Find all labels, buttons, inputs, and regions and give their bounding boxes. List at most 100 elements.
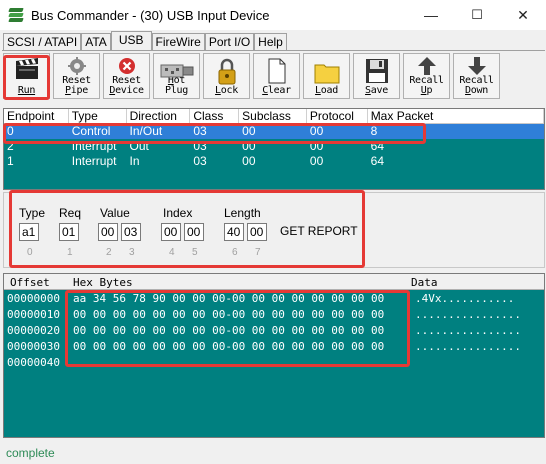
tab-ata[interactable]: ATA	[81, 33, 111, 50]
hex-bytes-header: Hex Bytes	[73, 276, 133, 289]
hex-ascii: ................	[415, 340, 521, 353]
blank-page-icon	[267, 58, 287, 87]
hex-row: 00000030 00 00 00 00 00 00 00 00-00 00 0…	[4, 338, 544, 354]
cell: In/Out	[129, 124, 163, 138]
byte-index: 5	[192, 247, 198, 258]
toolbar: Run Reset Pipe Reset Device Hot Plug Lock …	[3, 53, 503, 99]
hex-offset: 00000020	[7, 324, 60, 337]
length-label: Length	[224, 206, 261, 220]
gear-icon	[66, 56, 88, 79]
cell: 64	[370, 139, 385, 153]
save-button[interactable]: Save	[353, 53, 400, 99]
data-header: Data	[411, 276, 438, 289]
cell: 00	[309, 154, 324, 168]
endpoint-table: Endpoint Type Direction Class Subclass P…	[3, 108, 545, 190]
reset-pipe-label: Reset Pipe	[62, 75, 91, 96]
maximize-button[interactable]: ☐	[454, 0, 500, 30]
tab-firewire[interactable]: FireWire	[151, 33, 205, 50]
endpoint-table-header: Endpoint Type Direction Class Subclass P…	[4, 109, 544, 124]
tab-usb[interactable]: USB	[110, 31, 152, 50]
table-row[interactable]: 2 Interrupt Out 03 00 00 64	[4, 139, 544, 154]
hex-ascii: ................	[415, 308, 521, 321]
length-low-field[interactable]: 40	[224, 223, 244, 241]
col-subclass[interactable]: Subclass	[239, 109, 307, 123]
lock-button[interactable]: Lock	[203, 53, 250, 99]
hex-bytes: 00 00 00 00 00 00 00 00-00 00 00 00 00 0…	[73, 324, 385, 337]
hex-ascii: ................	[415, 324, 521, 337]
byte-index: 6	[232, 247, 238, 258]
col-direction[interactable]: Direction	[127, 109, 191, 123]
title-bar: Bus Commander - (30) USB Input Device — …	[0, 0, 546, 30]
clear-label: Clear	[262, 85, 291, 96]
tab-port-io[interactable]: Port I/O	[204, 33, 255, 50]
cell: 2	[7, 139, 14, 153]
col-max-packet[interactable]: Max Packet	[368, 109, 544, 123]
recall-up-button[interactable]: Recall Up	[403, 53, 450, 99]
hex-bytes: 00 00 00 00 00 00 00 00-00 00 00 00 00 0…	[73, 308, 385, 321]
run-button[interactable]: Run	[3, 53, 50, 99]
col-endpoint[interactable]: Endpoint	[4, 109, 69, 123]
hex-bytes: aa 34 56 78 90 00 00 00-00 00 00 00 00 0…	[73, 292, 385, 305]
tab-help[interactable]: Help	[254, 33, 287, 50]
col-class[interactable]: Class	[190, 109, 240, 123]
reset-pipe-button[interactable]: Reset Pipe	[53, 53, 100, 99]
length-high-field[interactable]: 00	[247, 223, 267, 241]
index-label: Index	[163, 206, 193, 220]
type-label: Type	[19, 206, 46, 220]
cell: 8	[370, 124, 378, 138]
arrow-up-icon	[417, 56, 437, 79]
byte-index: 4	[169, 247, 175, 258]
col-protocol[interactable]: Protocol	[307, 109, 368, 123]
cell: 00	[242, 124, 256, 138]
byte-index: 0	[27, 247, 33, 258]
request-description: GET REPORT	[280, 224, 358, 238]
cell: 03	[193, 139, 207, 153]
tab-scsi-atapi[interactable]: SCSI / ATAPI	[3, 33, 82, 50]
hex-dump-header: Offset Hex Bytes Data	[4, 274, 544, 290]
recall-up-label: Recall Up	[409, 75, 444, 96]
index-low-field[interactable]: 00	[161, 223, 181, 241]
table-row[interactable]: 1 Interrupt In 03 00 00 64	[4, 154, 544, 169]
table-row[interactable]: 0 Control In/Out 03 00 00 8	[4, 124, 544, 139]
cell: Out	[129, 139, 149, 153]
hex-bytes: 00 00 00 00 00 00 00 00-00 00 00 00 00 0…	[73, 340, 385, 353]
col-type[interactable]: Type	[69, 109, 127, 123]
cell: 0	[7, 124, 14, 138]
hex-offset: 00000010	[7, 308, 60, 321]
value-low-field[interactable]: 00	[98, 223, 118, 241]
hex-ascii: .4Vx...........	[415, 292, 515, 305]
floppy-icon	[365, 58, 389, 87]
byte-index: 2	[106, 247, 112, 258]
tab-strip: SCSI / ATAPI ATA USB FireWire Port I/O H…	[3, 31, 287, 50]
stop-icon	[117, 56, 137, 79]
cell: 03	[193, 154, 207, 168]
padlock-icon	[217, 58, 237, 89]
cell: 00	[309, 124, 324, 138]
hex-offset: 00000030	[7, 340, 60, 353]
req-field[interactable]: 01	[59, 223, 79, 241]
cell: In	[129, 154, 140, 168]
status-text: complete	[6, 446, 55, 460]
app-logo-icon	[8, 7, 24, 23]
close-button[interactable]: ✕	[500, 0, 546, 30]
recall-down-button[interactable]: Recall Down	[453, 53, 500, 99]
load-button[interactable]: Load	[303, 53, 350, 99]
minimize-button[interactable]: —	[408, 0, 454, 30]
clapperboard-icon	[14, 58, 40, 83]
cell: 1	[7, 154, 14, 168]
clear-button[interactable]: Clear	[253, 53, 300, 99]
value-high-field[interactable]: 03	[121, 223, 141, 241]
reset-device-label: Reset Device	[109, 75, 144, 96]
hot-plug-button[interactable]: Hot Plug	[153, 53, 200, 99]
usb-plug-icon	[160, 62, 194, 83]
reset-device-button[interactable]: Reset Device	[103, 53, 150, 99]
cell: 00	[242, 154, 256, 168]
folder-icon	[314, 62, 340, 87]
hex-row: 00000020 00 00 00 00 00 00 00 00-00 00 0…	[4, 322, 544, 338]
type-field[interactable]: a1	[19, 223, 39, 241]
hex-offset: 00000040	[7, 356, 60, 369]
index-high-field[interactable]: 00	[184, 223, 204, 241]
cell: 03	[193, 124, 207, 138]
window-title: Bus Commander - (30) USB Input Device	[31, 7, 270, 23]
hex-dump-panel[interactable]: Offset Hex Bytes Data 00000000 aa 34 56 …	[3, 273, 545, 438]
